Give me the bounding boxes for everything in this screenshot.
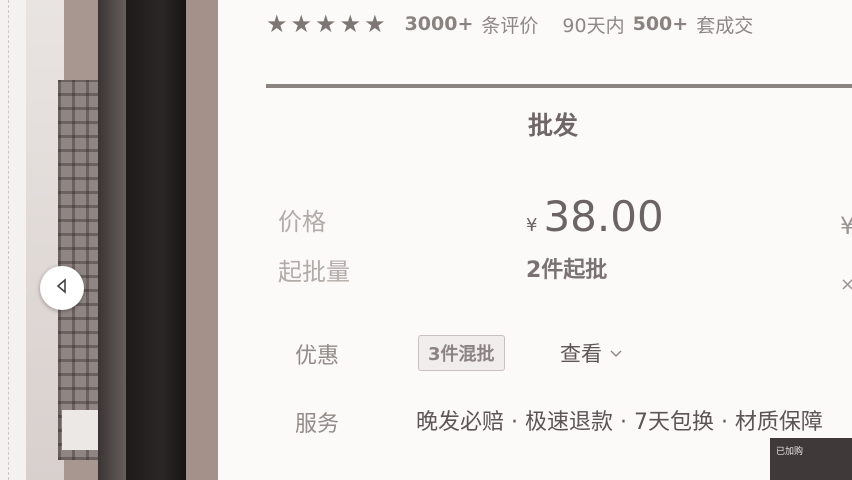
moq-value: 2件起批 [526,258,608,283]
review-suffix: 条评价 [481,14,539,37]
star-icon: ★ [315,10,337,38]
dark-pole-image [126,0,186,480]
chevron-down-icon [610,344,622,362]
star-icon: ★ [290,10,313,38]
deal-suffix: 套成交 [696,14,754,37]
image-edge [186,0,218,480]
toast-message: 已加购 [770,438,852,480]
toast-text: 已加购 [776,447,804,457]
chevron-left-icon [54,277,70,299]
price-amount: 38.00 [543,192,664,241]
moq-label: 起批量 [278,258,350,286]
star-icon: ★ [266,10,288,38]
service-list: 晚发必赔 · 极速退款 · 7天包换 · 材质保障 [416,410,823,435]
prev-image-button[interactable] [40,266,84,310]
promo-tag-text: 3件混批 [428,344,495,365]
star-rating: ★ ★ ★ ★ ★ [266,12,389,36]
section-divider [266,84,852,88]
rating-row: ★ ★ ★ ★ ★ 3000+ 条评价 90天内 500+ 套成交 [266,6,753,42]
service-label: 服务 [295,412,340,437]
currency-symbol-cutoff: ¥ [840,212,852,240]
view-promo-label: 查看 [560,342,602,366]
product-image[interactable] [0,0,218,480]
promo-label: 优惠 [295,344,340,369]
star-icon: ★ [364,10,386,38]
promo-tag: 3件混批 [418,335,505,371]
close-icon[interactable]: × [840,274,852,295]
currency-symbol: ¥ [526,215,538,236]
image-frame [0,0,27,480]
review-count[interactable]: 3000+ [405,13,474,35]
price-label: 价格 [278,208,326,236]
period-label: 90天内 [562,14,625,37]
section-title: 批发 [528,111,579,140]
view-promo-button[interactable]: 查看 [560,338,622,368]
deal-count: 500+ [632,13,689,35]
star-icon: ★ [339,10,362,38]
product-detail-page: ★ ★ ★ ★ ★ 3000+ 条评价 90天内 500+ 套成交 批发 价格 … [0,0,852,480]
price-value: ¥ 38.00 [526,192,664,241]
